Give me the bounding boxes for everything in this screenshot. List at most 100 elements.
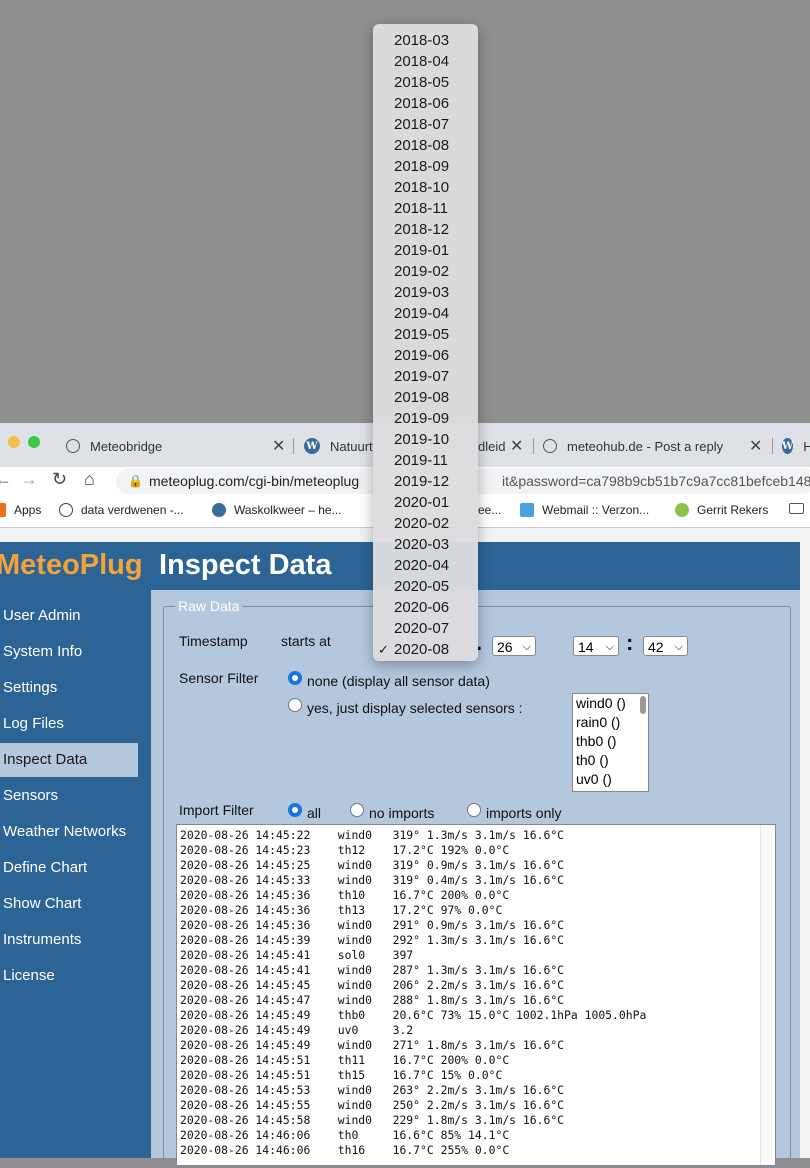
dropdown-option[interactable]: 2020-04	[373, 555, 478, 576]
dropdown-option[interactable]: 2019-05	[373, 324, 478, 345]
sidebar-item-inspect-data[interactable]: Inspect Data	[0, 743, 138, 777]
bookmark-gerrit-rekers[interactable]: Gerrit Rekers	[675, 503, 768, 517]
dropdown-option[interactable]: 2018-06	[373, 93, 478, 114]
sidebar-item-show-chart[interactable]: Show Chart	[0, 887, 138, 921]
dropdown-option[interactable]: 2019-06	[373, 345, 478, 366]
list-item[interactable]: uv0 ()	[573, 770, 648, 789]
day-select[interactable]: 26 ⌵	[492, 636, 536, 656]
textarea-scrollbar[interactable]	[760, 825, 775, 1165]
raw-data-textarea[interactable]: 2020-08-26 14:45:22 wind0 319° 1.3m/s 3.…	[176, 824, 776, 1166]
log-lines: 2020-08-26 14:45:22 wind0 319° 1.3m/s 3.…	[177, 825, 775, 1158]
dropdown-option[interactable]: 2018-10	[373, 177, 478, 198]
log-line: 2020-08-26 14:45:41 sol0 397	[180, 948, 414, 962]
dropdown-option[interactable]: 2020-06	[373, 597, 478, 618]
dropdown-option-label: 2020-05	[394, 578, 450, 595]
dropdown-option[interactable]: 2018-04	[373, 51, 478, 72]
bookmark-partial[interactable]: ee...	[478, 503, 501, 517]
scrollbar-thumb[interactable]	[640, 696, 646, 714]
month-dropdown-menu[interactable]: 2018-03 2018-04 2018-05 2018-06 2018-07 2018-…	[373, 24, 478, 661]
dropdown-option[interactable]: 2018-08	[373, 135, 478, 156]
tab-meteobridge[interactable]: Meteobridge ✕	[66, 430, 291, 462]
dropdown-option[interactable]: 2018-05	[373, 72, 478, 93]
list-item[interactable]: rain0 ()	[573, 713, 648, 732]
sidebar-item-user-admin[interactable]: User Admin	[0, 599, 138, 633]
bookmark-label: data verdwenen -...	[81, 503, 184, 517]
minimize-window-button[interactable]	[8, 436, 20, 448]
bookmark-folder[interactable]	[789, 503, 810, 514]
bookmark-data-verdwenen[interactable]: data verdwenen -...	[59, 503, 184, 517]
dropdown-option-label: 2019-12	[394, 473, 450, 490]
bookmark-webmail[interactable]: Webmail :: Verzon...	[520, 503, 649, 517]
list-item[interactable]: wind0 ()	[573, 694, 648, 713]
dropdown-option-label: 2019-09	[394, 410, 450, 427]
dropdown-option-label: 2019-03	[394, 284, 450, 301]
dropdown-option[interactable]: 2019-02	[373, 261, 478, 282]
dropdown-option[interactable]: ✓ 2020-08	[373, 639, 478, 660]
import-all-label: all	[307, 805, 322, 821]
close-tab-icon[interactable]: ✕	[272, 436, 285, 456]
sidebar-item-log-files[interactable]: Log Files	[0, 707, 138, 741]
dropdown-option[interactable]: 2020-03	[373, 534, 478, 555]
dropdown-option[interactable]: 2020-05	[373, 576, 478, 597]
url-text: meteoplug.com/cgi-bin/meteoplug	[149, 473, 360, 489]
sensor-filter-none-radio[interactable]	[288, 671, 302, 685]
tab-partial[interactable]: W H	[782, 430, 810, 462]
time-separator: :	[626, 630, 634, 655]
bookmark-waskolkweer[interactable]: Waskolkweer – he...	[212, 503, 342, 517]
dropdown-option[interactable]: 2019-07	[373, 366, 478, 387]
dropdown-option[interactable]: 2018-12	[373, 219, 478, 240]
zoom-window-button[interactable]	[28, 436, 40, 448]
reload-icon[interactable]: ↻	[52, 469, 67, 490]
sensor-filter-none-label: none (display all sensor data)	[307, 673, 490, 689]
home-icon[interactable]: ⌂	[84, 469, 95, 490]
bookmark-apps[interactable]: Apps	[0, 503, 41, 517]
list-item[interactable]: thb0 ()	[573, 732, 648, 751]
dropdown-option[interactable]: 2019-09	[373, 408, 478, 429]
import-none-radio[interactable]	[350, 803, 364, 817]
wordpress-icon: W	[782, 438, 794, 454]
brand-logo: MeteoPlug	[0, 549, 143, 581]
dropdown-option[interactable]: 2019-10	[373, 429, 478, 450]
dropdown-option-label: 2020-06	[394, 599, 450, 616]
forward-arrow-icon[interactable]: →	[20, 469, 38, 490]
close-tab-icon[interactable]: ✕	[749, 436, 762, 456]
raw-data-legend: Raw Data	[175, 598, 243, 614]
dropdown-option[interactable]: 2019-11	[373, 450, 478, 471]
dropdown-option-label: 2018-09	[394, 158, 450, 175]
starts-at-label: starts at	[281, 633, 331, 649]
list-item[interactable]: th0 ()	[573, 751, 648, 770]
sensor-listbox[interactable]: wind0 () rain0 () thb0 () th0 () uv0 ()	[572, 693, 649, 792]
sidebar-item-system-info[interactable]: System Info	[0, 635, 138, 669]
import-none-label: no imports	[369, 805, 435, 821]
back-arrow-icon[interactable]: ←	[0, 469, 12, 490]
hour-select[interactable]: 14 ⌵	[573, 636, 619, 656]
dropdown-option[interactable]: 2018-11	[373, 198, 478, 219]
tab-meteohub[interactable]: meteohub.de - Post a reply ✕	[543, 430, 773, 462]
dropdown-option[interactable]: 2020-02	[373, 513, 478, 534]
import-only-radio[interactable]	[467, 803, 481, 817]
close-tab-icon[interactable]: ✕	[510, 436, 523, 456]
sidebar-item-settings[interactable]: Settings	[0, 671, 138, 705]
dropdown-option[interactable]: 2019-04	[373, 303, 478, 324]
sidebar-item-weather-networks[interactable]: Weather Networks	[0, 815, 138, 849]
dropdown-option[interactable]: 2020-01	[373, 492, 478, 513]
dropdown-option[interactable]: 2018-09	[373, 156, 478, 177]
dropdown-option[interactable]: 2018-07	[373, 114, 478, 135]
dropdown-option[interactable]: 2019-12	[373, 471, 478, 492]
dropdown-option[interactable]: 2018-03	[373, 30, 478, 51]
dropdown-option-label: 2019-02	[394, 263, 450, 280]
sidebar-item-define-chart[interactable]: Define Chart	[0, 851, 138, 885]
dropdown-option[interactable]: 2019-01	[373, 240, 478, 261]
sensor-filter-selected-radio[interactable]	[288, 698, 302, 712]
dropdown-option[interactable]: 2019-03	[373, 282, 478, 303]
minute-select[interactable]: 42 ⌵	[643, 636, 688, 656]
dropdown-option[interactable]: 2020-07	[373, 618, 478, 639]
import-all-radio[interactable]	[288, 803, 302, 817]
sidebar-item-sensors[interactable]: Sensors	[0, 779, 138, 813]
dropdown-option-label: 2018-03	[394, 32, 450, 49]
sidebar-item-license[interactable]: License	[0, 959, 138, 993]
sidebar-item-instruments[interactable]: Instruments	[0, 923, 138, 957]
dropdown-option[interactable]: 2019-08	[373, 387, 478, 408]
sensor-filter-label: Sensor Filter	[179, 670, 259, 686]
dropdown-option-label: 2018-12	[394, 221, 450, 238]
